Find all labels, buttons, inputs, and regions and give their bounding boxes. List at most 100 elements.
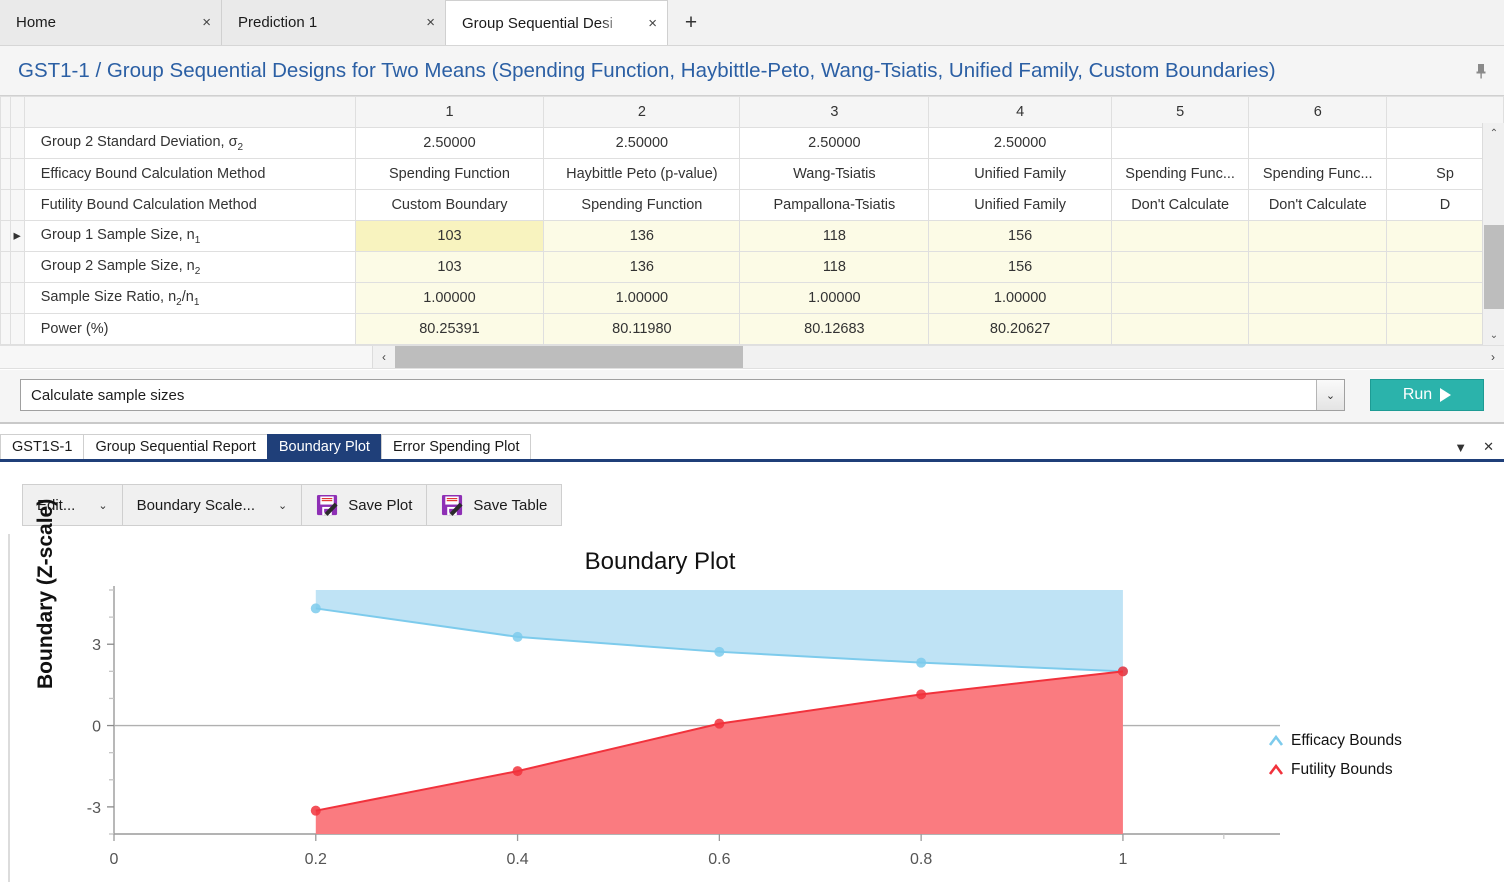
output-panel-tabs: GST1S-1 Group Sequential Report Boundary… <box>0 434 1504 462</box>
table-cell[interactable]: 156 <box>929 221 1111 252</box>
table-cell[interactable]: 2.50000 <box>740 128 929 159</box>
row-handle[interactable] <box>1 159 11 190</box>
chevron-down-icon[interactable]: ⌄ <box>98 499 107 512</box>
tab-group-sequential-report[interactable]: Group Sequential Report <box>83 434 267 459</box>
save-table-button[interactable]: Save Table <box>427 485 561 525</box>
table-cell[interactable]: 80.25391 <box>355 314 544 345</box>
table-cell[interactable]: Unified Family <box>929 190 1111 221</box>
table-cell[interactable]: Spending Function <box>355 159 544 190</box>
tab-gst1s-1[interactable]: GST1S-1 <box>0 434 84 459</box>
pin-icon[interactable] <box>1472 62 1490 80</box>
table-cell[interactable] <box>1249 252 1387 283</box>
row-handle[interactable] <box>1 128 11 159</box>
row-handle[interactable] <box>1 190 11 221</box>
save-plot-button[interactable]: Save Plot <box>302 485 427 525</box>
save-plot-icon <box>316 494 339 517</box>
table-cell[interactable]: Don't Calculate <box>1111 190 1249 221</box>
boundary-scale-button[interactable]: Boundary Scale... ⌄ <box>123 485 303 525</box>
table-cell[interactable]: 80.20627 <box>929 314 1111 345</box>
table-cell[interactable] <box>1111 128 1249 159</box>
table-cell[interactable]: 80.12683 <box>740 314 929 345</box>
chevron-down-icon[interactable]: ▼ <box>1454 440 1467 455</box>
horizontal-scroll-track[interactable] <box>395 346 1482 368</box>
tab-prediction-1-close-icon[interactable]: × <box>404 15 435 30</box>
table-cell[interactable]: 103 <box>355 252 544 283</box>
row-label: Power (%) <box>24 314 355 345</box>
table-cell[interactable]: 2.50000 <box>355 128 544 159</box>
column-header-5[interactable]: 5 <box>1111 97 1249 128</box>
table-cell[interactable]: 136 <box>544 221 740 252</box>
row-handle[interactable] <box>1 314 11 345</box>
table-cell[interactable]: Wang-Tsiatis <box>740 159 929 190</box>
table-corner-cell <box>1 97 11 128</box>
table-cell[interactable] <box>1249 314 1387 345</box>
tab-home-label: Home <box>16 14 56 31</box>
row-handle[interactable] <box>1 252 11 283</box>
table-cell[interactable] <box>1111 314 1249 345</box>
table-horizontal-scrollbar[interactable]: ‹ › <box>0 345 1504 369</box>
column-header-6[interactable]: 6 <box>1249 97 1387 128</box>
calculation-select[interactable]: Calculate sample sizes ⌄ <box>20 379 1345 411</box>
table-cell[interactable] <box>1111 252 1249 283</box>
row-handle[interactable] <box>1 283 11 314</box>
legend-label-efficacy: Efficacy Bounds <box>1291 732 1402 750</box>
svg-text:0.4: 0.4 <box>506 851 528 868</box>
legend-label-futility: Futility Bounds <box>1291 761 1393 779</box>
row-handle[interactable] <box>1 221 11 252</box>
column-header-3[interactable]: 3 <box>740 97 929 128</box>
parameters-table[interactable]: 1 2 3 4 5 6 Group 2 Standard Deviation, … <box>0 95 1504 345</box>
tab-home-close-icon[interactable]: × <box>180 15 211 30</box>
table-cell[interactable]: Spending Function <box>544 190 740 221</box>
tab-home[interactable]: Home × <box>0 0 222 45</box>
column-header-2[interactable]: 2 <box>544 97 740 128</box>
table-cell[interactable]: Haybittle Peto (p-value) <box>544 159 740 190</box>
horizontal-scroll-thumb[interactable] <box>395 346 743 368</box>
table-cell[interactable]: 1.00000 <box>740 283 929 314</box>
table-cell[interactable]: 1.00000 <box>355 283 544 314</box>
tab-gst1s-1-label: GST1S-1 <box>12 439 72 455</box>
chart-legend: Efficacy Bounds Futility Bounds <box>1268 732 1402 779</box>
scroll-left-icon[interactable]: ‹ <box>373 346 395 368</box>
table-cell[interactable] <box>1249 128 1387 159</box>
table-cell[interactable] <box>1111 283 1249 314</box>
tab-error-spending-plot-label: Error Spending Plot <box>393 439 520 455</box>
table-vertical-scrollbar[interactable]: ⌃ ⌄ <box>1482 123 1504 345</box>
table-cell[interactable]: 118 <box>740 221 929 252</box>
scroll-down-icon[interactable]: ⌄ <box>1483 325 1504 345</box>
tab-boundary-plot[interactable]: Boundary Plot <box>267 434 382 459</box>
table-cell[interactable]: Don't Calculate <box>1249 190 1387 221</box>
new-tab-button[interactable]: + <box>668 0 714 45</box>
calculation-select-value: Calculate sample sizes <box>21 387 184 404</box>
table-cell[interactable]: Unified Family <box>929 159 1111 190</box>
table-cell[interactable] <box>1249 221 1387 252</box>
table-cell[interactable]: Spending Func... <box>1111 159 1249 190</box>
scroll-up-icon[interactable]: ⌃ <box>1483 123 1504 143</box>
table-cell[interactable]: 136 <box>544 252 740 283</box>
table-cell[interactable]: Spending Func... <box>1249 159 1387 190</box>
table-cell[interactable]: 1.00000 <box>544 283 740 314</box>
tab-group-sequential-design[interactable]: Group Sequential Desi × <box>446 0 668 45</box>
chevron-down-icon[interactable]: ⌄ <box>1316 380 1344 410</box>
row-marker <box>10 128 24 159</box>
scroll-right-icon[interactable]: › <box>1482 346 1504 368</box>
table-cell[interactable]: 1.00000 <box>929 283 1111 314</box>
table-cell[interactable]: 103 <box>355 221 544 252</box>
column-header-1[interactable]: 1 <box>355 97 544 128</box>
table-cell[interactable]: Pampallona-Tsiatis <box>740 190 929 221</box>
tab-group-sequential-design-close-icon[interactable]: × <box>626 16 657 31</box>
tab-error-spending-plot[interactable]: Error Spending Plot <box>381 434 532 459</box>
table-cell[interactable]: 156 <box>929 252 1111 283</box>
table-cell[interactable] <box>1249 283 1387 314</box>
table-cell[interactable]: 2.50000 <box>544 128 740 159</box>
close-icon[interactable]: ✕ <box>1483 439 1494 455</box>
table-cell[interactable]: 118 <box>740 252 929 283</box>
run-button[interactable]: Run <box>1370 379 1484 411</box>
column-header-4[interactable]: 4 <box>929 97 1111 128</box>
vertical-scroll-thumb[interactable] <box>1484 225 1504 309</box>
chevron-down-icon[interactable]: ⌄ <box>278 499 287 512</box>
tab-prediction-1[interactable]: Prediction 1 × <box>222 0 446 45</box>
table-cell[interactable] <box>1111 221 1249 252</box>
table-cell[interactable]: Custom Boundary <box>355 190 544 221</box>
table-cell[interactable]: 80.11980 <box>544 314 740 345</box>
table-cell[interactable]: 2.50000 <box>929 128 1111 159</box>
